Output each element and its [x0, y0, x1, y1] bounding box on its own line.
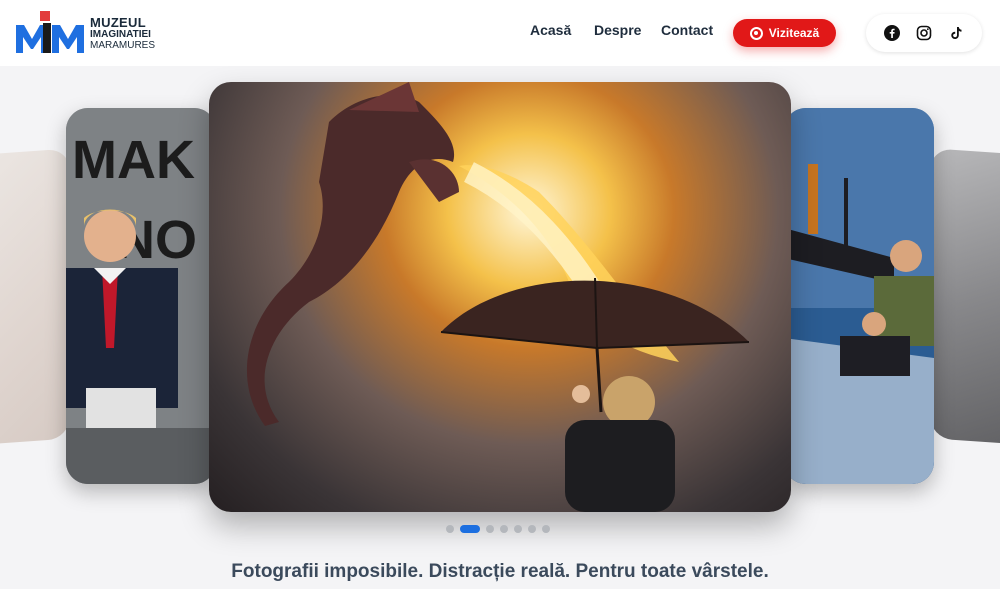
tiktok-icon[interactable]: [947, 24, 965, 42]
prev-slide-image: MAK NO: [66, 108, 216, 484]
site-header: MUZEUL IMAGINATIEI MARAMURES Acasă Despr…: [0, 0, 1000, 66]
carousel-slide-active[interactable]: [209, 82, 791, 512]
instagram-icon[interactable]: [915, 24, 933, 42]
facebook-icon[interactable]: [883, 24, 901, 42]
carousel-slide-prev[interactable]: MAK NO: [66, 108, 216, 484]
logo-line-3: MARAMURES: [90, 39, 156, 51]
social-links: [866, 14, 982, 52]
dragon-scene-image: [246, 82, 750, 512]
logo-text: MUZEUL IMAGINATIEI MARAMURES: [90, 16, 155, 51]
next-slide-image: [784, 108, 934, 484]
nav-item-contact[interactable]: Contact: [661, 22, 713, 38]
graffiti-text-1: MAK: [72, 130, 195, 190]
mim-logo-icon: [14, 11, 88, 55]
viziteaza-button[interactable]: Vizitează: [733, 19, 836, 47]
carousel-dot-4[interactable]: [500, 525, 508, 533]
carousel-dot-7[interactable]: [542, 525, 550, 533]
carousel-dot-2[interactable]: [460, 525, 480, 533]
nav-item-despre[interactable]: Despre: [594, 22, 641, 38]
carousel-slide-far-left[interactable]: [0, 148, 70, 446]
carousel-pagination: [446, 525, 550, 533]
page-tagline: Fotografii imposibile. Distracție reală.…: [231, 561, 769, 582]
carousel-dot-5[interactable]: [514, 525, 522, 533]
carousel-slide-far-right[interactable]: [930, 148, 1000, 446]
carousel-dot-1[interactable]: [446, 525, 454, 533]
viziteaza-label: Vizitează: [768, 26, 820, 40]
carousel: MAK NO: [0, 66, 1000, 589]
carousel-dot-3[interactable]: [486, 525, 494, 533]
nav-item-acasa[interactable]: Acasă: [530, 22, 571, 38]
carousel-slide-next[interactable]: [784, 108, 934, 484]
logo-line-1: MUZEUL: [90, 14, 146, 30]
target-icon: [749, 26, 763, 40]
logo-line-2: IMAGINATIEI: [90, 28, 151, 40]
site-logo[interactable]: MUZEUL IMAGINATIEI MARAMURES: [14, 10, 164, 56]
carousel-dot-6[interactable]: [528, 525, 536, 533]
